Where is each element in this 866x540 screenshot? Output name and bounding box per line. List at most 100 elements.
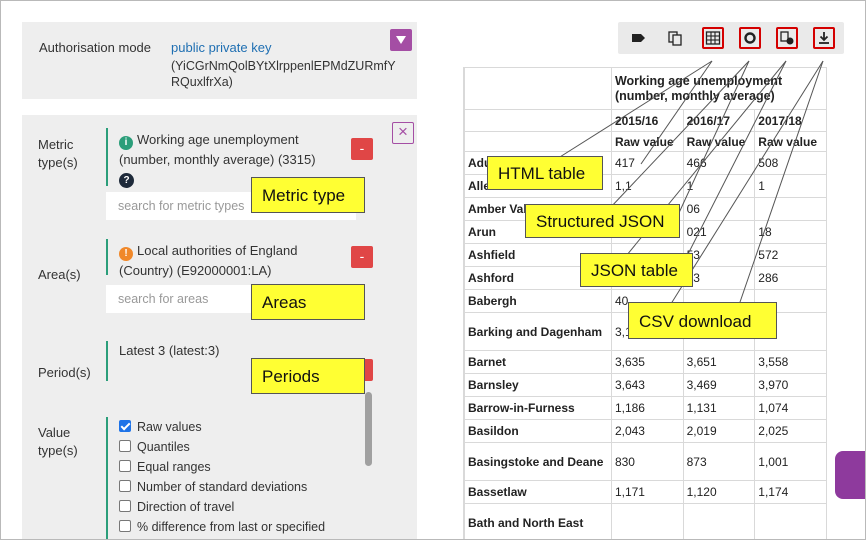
value-type-option-label: Direction of travel <box>137 500 235 514</box>
authorisation-mode-label: Authorisation mode <box>39 40 152 55</box>
remove-area-button[interactable]: - <box>351 246 373 268</box>
floating-action-button[interactable] <box>835 451 865 499</box>
value-cell <box>610 503 684 539</box>
value-type-field-bar <box>106 417 108 539</box>
metric-type-label: Metric type(s) <box>38 137 78 170</box>
area-label: Area(s) <box>38 267 81 282</box>
help-icon[interactable]: ? <box>119 173 134 188</box>
area-name-cell: Barking and Dagenham <box>464 312 612 351</box>
value-cell: 1 <box>682 174 756 198</box>
table-corner-cell <box>464 67 612 110</box>
value-cell: 021 <box>682 220 756 244</box>
table-row[interactable]: Bath and North East <box>464 503 827 539</box>
copy-icon[interactable] <box>664 27 686 49</box>
value-type-option[interactable]: Quantiles <box>119 437 190 457</box>
area-name-cell: Bassetlaw <box>464 480 612 504</box>
download-icon[interactable] <box>813 27 835 49</box>
table-row[interactable]: Basildon 2,043 2,019 2,025 <box>464 419 827 443</box>
area-name-cell: Basildon <box>464 419 612 443</box>
value-type-checkbox[interactable] <box>119 460 131 472</box>
query-sidebar: Authorisation mode public private key (Y… <box>22 22 417 539</box>
value-cell: 466 <box>682 151 756 175</box>
value-type-option[interactable]: Number of standard deviations <box>119 477 307 497</box>
value-type-option[interactable]: Raw values <box>119 417 202 437</box>
value-type-header: Raw value <box>682 131 756 152</box>
value-type-checkbox[interactable] <box>119 480 131 492</box>
table-row[interactable]: Barrow-in-Furness 1,186 1,131 1,074 <box>464 396 827 420</box>
value-type-header: Raw value <box>754 131 827 152</box>
period-value: Latest 3 (latest:3) <box>119 343 220 358</box>
value-cell: 1,174 <box>754 480 827 504</box>
value-cell: 2,025 <box>754 419 827 443</box>
area-name-cell: Basingstoke and Deane <box>464 442 612 481</box>
value-type-checkbox[interactable] <box>119 520 131 532</box>
value-cell: 417 <box>610 151 684 175</box>
close-query-button[interactable]: × <box>392 122 414 144</box>
value-cell: 508 <box>754 151 827 175</box>
area-field-bar <box>106 239 108 275</box>
value-cell: 572 <box>754 243 827 267</box>
value-cell: 06 <box>682 197 756 221</box>
area-name-cell: Barrow-in-Furness <box>464 396 612 420</box>
value-type-checkbox[interactable] <box>119 420 131 432</box>
output-toolbar <box>618 22 844 54</box>
value-cell: 1 <box>754 174 827 198</box>
screenshot-frame: Authorisation mode public private key (Y… <box>0 0 866 540</box>
value-cell: 873 <box>682 442 756 481</box>
table-row[interactable]: Bassetlaw 1,171 1,120 1,174 <box>464 480 827 504</box>
value-cell: 1,131 <box>682 396 756 420</box>
value-cell: 3,558 <box>754 350 827 374</box>
json-table-callout: JSON table <box>580 253 693 287</box>
value-type-scrollbar[interactable] <box>365 392 372 466</box>
value-type-option-label: Equal ranges <box>137 460 211 474</box>
value-type-option[interactable]: Direction of travel <box>119 497 234 517</box>
value-type-option-label: Raw values <box>137 420 202 434</box>
value-cell: 1,186 <box>610 396 684 420</box>
value-type-checkbox[interactable] <box>119 500 131 512</box>
value-cell: 3,643 <box>610 373 684 397</box>
value-type-option[interactable]: % difference from last or specified <box>119 517 325 537</box>
value-type-checkbox[interactable] <box>119 440 131 452</box>
value-cell: 3,635 <box>610 350 684 374</box>
value-type-option[interactable]: Equal ranges <box>119 457 211 477</box>
json-copy-icon[interactable] <box>776 27 798 49</box>
area-value: ! Local authorities of England (Country) … <box>119 241 349 280</box>
value-cell: 43 <box>682 266 756 290</box>
value-cell: 18 <box>754 220 827 244</box>
metric-field-bar <box>106 128 108 186</box>
period-header: 2015/16 <box>610 109 684 132</box>
circle-icon[interactable] <box>739 27 761 49</box>
authorisation-key-value: (YiCGrNmQolBYtXlrppenlEPMdZURmfYRQuxlfrX… <box>171 59 396 89</box>
value-type-option-label: Quantiles <box>137 440 190 454</box>
period-field-bar <box>106 341 108 381</box>
value-type-header: Raw value <box>610 131 684 152</box>
area-name-cell: Barnet <box>464 350 612 374</box>
value-cell: 3,469 <box>682 373 756 397</box>
value-cell: 53 <box>682 243 756 267</box>
area-name-cell: Barnsley <box>464 373 612 397</box>
value-cell <box>754 197 827 221</box>
remove-metric-button[interactable]: - <box>351 138 373 160</box>
table-row[interactable]: Barnsley 3,643 3,469 3,970 <box>464 373 827 397</box>
value-type-label: Value type(s) <box>38 425 78 458</box>
value-cell <box>682 503 756 539</box>
value-type-option-label: % difference from last or specified <box>137 520 326 534</box>
html-table-callout: HTML table <box>487 156 603 190</box>
value-cell: 1,1 <box>610 174 684 198</box>
value-cell: 2,019 <box>682 419 756 443</box>
tag-icon[interactable] <box>627 27 649 49</box>
table-row[interactable]: Barnet 3,635 3,651 3,558 <box>464 350 827 374</box>
authorisation-mode-link[interactable]: public private key <box>171 40 271 55</box>
table-row[interactable]: Basingstoke and Deane 830 873 1,001 <box>464 442 827 481</box>
authorisation-panel: Authorisation mode public private key (Y… <box>22 22 417 99</box>
area-text: Local authorities of England (Country) (… <box>119 243 298 278</box>
table-corner-cell <box>464 109 612 132</box>
value-cell: 2,043 <box>610 419 684 443</box>
area-name-cell: Babergh <box>464 289 612 313</box>
table-grid-icon[interactable] <box>702 27 724 49</box>
period-label: Period(s) <box>38 365 91 380</box>
value-cell <box>754 503 827 539</box>
period-header: 2016/17 <box>682 109 756 132</box>
value-cell: 1,171 <box>610 480 684 504</box>
authorisation-dropdown-button[interactable] <box>390 29 412 51</box>
